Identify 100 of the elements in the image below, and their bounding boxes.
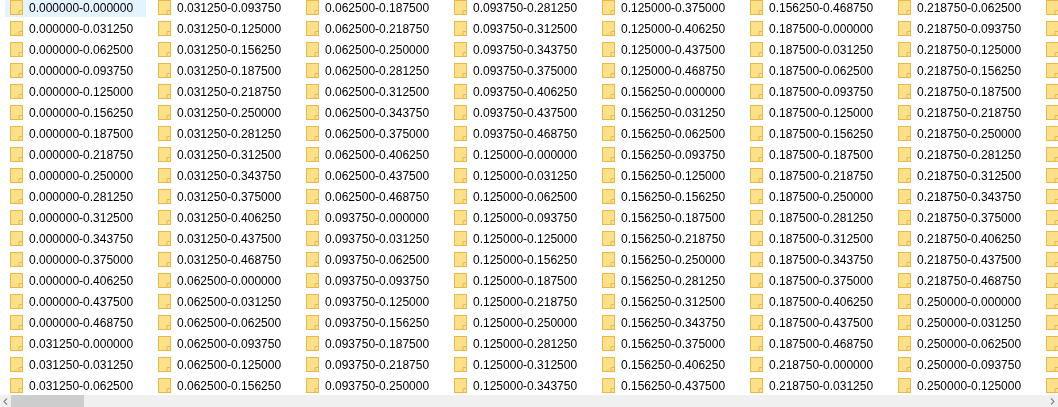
folder-item[interactable]: 0.156250-0.062500 [597,124,738,143]
folder-item[interactable]: 0.250000-0.000000 [893,292,1034,311]
folder-item[interactable]: 0.187500-0.406250 [745,292,886,311]
folder-item[interactable]: 0.000000-0.281250 [5,187,146,206]
folder-item[interactable]: 0.218750-0.375000 [893,208,1034,227]
folder-item[interactable]: 0.031250-0.343750 [153,166,294,185]
folder-item[interactable]: 0.000000-0.437500 [5,292,146,311]
folder-item[interactable]: 0.031250-0.250000 [153,103,294,122]
folder-item[interactable]: 0.031250-0.000000 [5,334,146,353]
folder-item[interactable]: 0.218750-0.031250 [745,376,886,395]
folder-item[interactable]: 0.093750-0.375000 [449,61,590,80]
folder-item[interactable]: 0.187500-0.437500 [745,313,886,332]
folder-item[interactable]: 0.093750-0.093750 [301,271,442,290]
folder-item[interactable]: 0.250000-0.062500 [893,334,1034,353]
folder-item[interactable]: 0.125000-0.468750 [597,61,738,80]
folder-item[interactable]: 0.031250-0.187500 [153,61,294,80]
folder-item[interactable]: 0.031250-0.281250 [153,124,294,143]
folder-item[interactable]: 0.125000-0.093750 [449,208,590,227]
folder-item[interactable]: 0.062500-0.000000 [153,271,294,290]
folder-item[interactable]: 0.093750-0.312500 [449,19,590,38]
folder-item[interactable]: 0.156250-0.281250 [597,271,738,290]
folder-item[interactable]: 0.156250-0.218750 [597,229,738,248]
folder-item[interactable]: 0.062500-0.375000 [301,124,442,143]
folder-item[interactable]: 0.062500-0.187500 [301,0,442,17]
folder-item[interactable]: 0.093750-0.468750 [449,124,590,143]
folder-item[interactable]: 0.125000-0.125000 [449,229,590,248]
folder-item[interactable]: 0.031250-0.375000 [153,187,294,206]
folder-item[interactable]: 0.218750-0.093750 [893,19,1034,38]
folder-item[interactable]: 0.125000-0.343750 [449,376,590,395]
scrollbar-thumb[interactable] [11,395,84,407]
folder-item[interactable]: 0.125000-0.062500 [449,187,590,206]
folder-item[interactable]: 0.218750-0.000000 [745,355,886,374]
folder-item[interactable]: 0.156250-0.031250 [597,103,738,122]
folder-item[interactable]: 0.156250-0.125000 [597,166,738,185]
folder-item[interactable]: 0.125000-0.281250 [449,334,590,353]
folder-item[interactable]: 0.187500-0.031250 [745,40,886,59]
folder-item[interactable]: 0.000000-0.250000 [5,166,146,185]
folder-item[interactable]: 0.031250-0.062500 [5,376,146,395]
folder-item[interactable]: 0.031250-0.093750 [153,0,294,17]
folder-item[interactable]: 0.156250-0.250000 [597,250,738,269]
folder-item[interactable]: 0.093750-0.281250 [449,0,590,17]
folder-item[interactable]: 0.156250-0.093750 [597,145,738,164]
scroll-right-icon[interactable] [1049,397,1056,405]
folder-item[interactable]: 0.062500-0.031250 [153,292,294,311]
folder-item[interactable]: 0.187500-0.000000 [745,19,886,38]
folder-item[interactable]: 0.093750-0.156250 [301,313,442,332]
folder-item[interactable]: 0.031250-0.125000 [153,19,294,38]
folder-item[interactable]: 0.031250-0.406250 [153,208,294,227]
folder-item[interactable]: 0.250000-0.031250 [893,313,1034,332]
folder-item[interactable]: 0.156250-0.156250 [597,187,738,206]
folder-item[interactable]: 0.218750-0.406250 [893,229,1034,248]
folder-item[interactable]: 0.000000-0.093750 [5,61,146,80]
folder-item[interactable]: 0.062500-0.093750 [153,334,294,353]
folder-item[interactable]: 0.000000-0.187500 [5,124,146,143]
folder-item[interactable]: 0.156250-0.343750 [597,313,738,332]
folder-item[interactable]: 0.062500-0.406250 [301,145,442,164]
scroll-left-icon[interactable] [2,397,9,405]
folder-item[interactable]: 0.250000-0.125000 [893,376,1034,395]
folder-item[interactable]: 0.000000-0.156250 [5,103,146,122]
folder-item[interactable]: 0.125000-0.218750 [449,292,590,311]
folder-item[interactable]: 0.062500-0.062500 [153,313,294,332]
folder-item[interactable]: 0.093750-0.000000 [301,208,442,227]
folder-item[interactable]: 0.125000-0.312500 [449,355,590,374]
folder-item[interactable]: 0.187500-0.312500 [745,229,886,248]
folder-item[interactable]: 0.156250-0.312500 [597,292,738,311]
folder-item[interactable]: 0.093750-0.343750 [449,40,590,59]
folder-item[interactable]: 0.187500-0.281250 [745,208,886,227]
folder-item[interactable]: 0.218750-0.062500 [893,0,1034,17]
folder-item[interactable]: 0.218750-0.156250 [893,61,1034,80]
folder-item[interactable]: 0.093750-0.187500 [301,334,442,353]
folder-item[interactable]: 0.125000-0.437500 [597,40,738,59]
folder-item[interactable]: 0.218750-0.281250 [893,145,1034,164]
folder-item[interactable]: 0.062500-0.343750 [301,103,442,122]
folder-item[interactable]: 0.187500-0.218750 [745,166,886,185]
folder-item[interactable]: 0.125000-0.000000 [449,145,590,164]
folder-item[interactable]: 0.062500-0.468750 [301,187,442,206]
folder-item[interactable]: 0.156250-0.468750 [745,0,886,17]
folder-item[interactable]: 0.062500-0.156250 [153,376,294,395]
folder-item[interactable]: 0.187500-0.093750 [745,82,886,101]
folder-item[interactable]: 0.093750-0.125000 [301,292,442,311]
folder-item[interactable]: 0.031250-0.437500 [153,229,294,248]
folder-item[interactable]: 0.000000-0.062500 [5,40,146,59]
folder-item[interactable]: 0.125000-0.250000 [449,313,590,332]
folder-item[interactable]: 0.250000-0.093750 [893,355,1034,374]
folder-item[interactable]: 0.187500-0.250000 [745,187,886,206]
folder-item[interactable]: 0.000000-0.406250 [5,271,146,290]
folder-item[interactable]: 0.093750-0.437500 [449,103,590,122]
folder-item[interactable]: 0.218750-0.250000 [893,124,1034,143]
folder-item[interactable]: 0.000000-0.125000 [5,82,146,101]
folder-item[interactable]: 0.093750-0.062500 [301,250,442,269]
folder-item[interactable]: 0.156250-0.375000 [597,334,738,353]
folder-item[interactable]: 0.125000-0.031250 [449,166,590,185]
folder-item[interactable]: 0.031250-0.468750 [153,250,294,269]
folder-item[interactable]: 0.125000-0.187500 [449,271,590,290]
folder-item[interactable]: 0.031250-0.312500 [153,145,294,164]
folder-item[interactable]: 0.218750-0.187500 [893,82,1034,101]
horizontal-scrollbar[interactable] [0,395,1058,407]
folder-item[interactable]: 0.218750-0.218750 [893,103,1034,122]
folder-item[interactable]: 0.156250-0.437500 [597,376,738,395]
folder-item[interactable]: 0.156250-0.000000 [597,82,738,101]
